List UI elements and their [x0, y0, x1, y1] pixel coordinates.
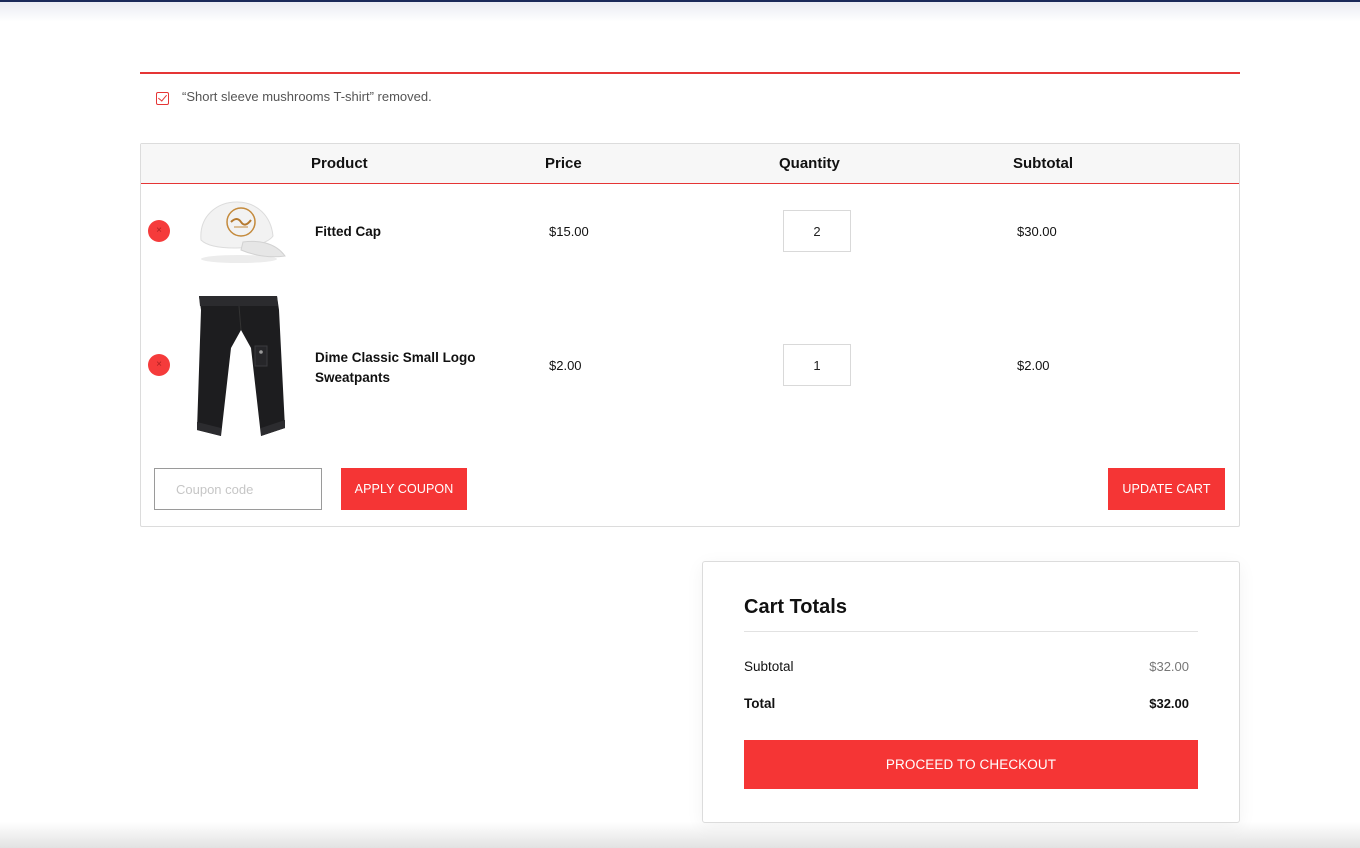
table-header: Product Price Quantity Subtotal: [141, 144, 1239, 184]
table-row: × Fitted Cap $15.00 $30.00: [141, 184, 1239, 284]
close-icon: ×: [156, 225, 162, 236]
subtotal-label: Subtotal: [744, 659, 794, 674]
cart-notice: “Short sleeve mushrooms T-shirt” removed…: [140, 72, 1240, 120]
total-value: $32.00: [1149, 696, 1189, 711]
product-subtotal: $2.00: [1017, 358, 1050, 373]
header-quantity: Quantity: [779, 155, 840, 172]
close-icon: ×: [156, 359, 162, 370]
cart-table: Product Price Quantity Subtotal × Fitted…: [140, 143, 1240, 527]
quantity-input[interactable]: [783, 344, 851, 386]
product-subtotal: $30.00: [1017, 224, 1057, 239]
apply-coupon-button[interactable]: APPLY COUPON: [341, 468, 467, 510]
header-subtotal: Subtotal: [1013, 155, 1073, 172]
product-price: $2.00: [549, 358, 582, 373]
product-name-link[interactable]: Fitted Cap: [315, 222, 495, 242]
remove-item-button[interactable]: ×: [148, 354, 170, 376]
product-name-link[interactable]: Dime Classic Small Logo Sweatpants: [315, 348, 495, 388]
header-product: Product: [311, 155, 368, 172]
remove-item-button[interactable]: ×: [148, 220, 170, 242]
top-bar: [0, 0, 1360, 2]
update-cart-button[interactable]: UPDATE CART: [1108, 468, 1225, 510]
coupon-input[interactable]: [154, 468, 322, 510]
page-bottom-shade: [0, 822, 1360, 848]
total-label: Total: [744, 696, 776, 711]
subtotal-value: $32.00: [1149, 659, 1189, 674]
divider: [744, 631, 1198, 632]
header-price: Price: [545, 155, 582, 172]
table-row: × Dime Classic Small Logo Sweatpants $2.…: [141, 284, 1239, 452]
product-price: $15.00: [549, 224, 589, 239]
totals-title: Cart Totals: [744, 596, 847, 618]
notice-message: “Short sleeve mushrooms T-shirt” removed…: [182, 89, 432, 104]
cap-image[interactable]: [191, 196, 287, 271]
check-icon: [156, 92, 169, 105]
proceed-to-checkout-button[interactable]: PROCEED TO CHECKOUT: [744, 740, 1198, 789]
sweatpants-image[interactable]: [191, 290, 287, 445]
cart-totals: Cart Totals Subtotal $32.00 Total $32.00…: [702, 561, 1240, 823]
header-shadow: [0, 0, 1360, 22]
quantity-input[interactable]: [783, 210, 851, 252]
